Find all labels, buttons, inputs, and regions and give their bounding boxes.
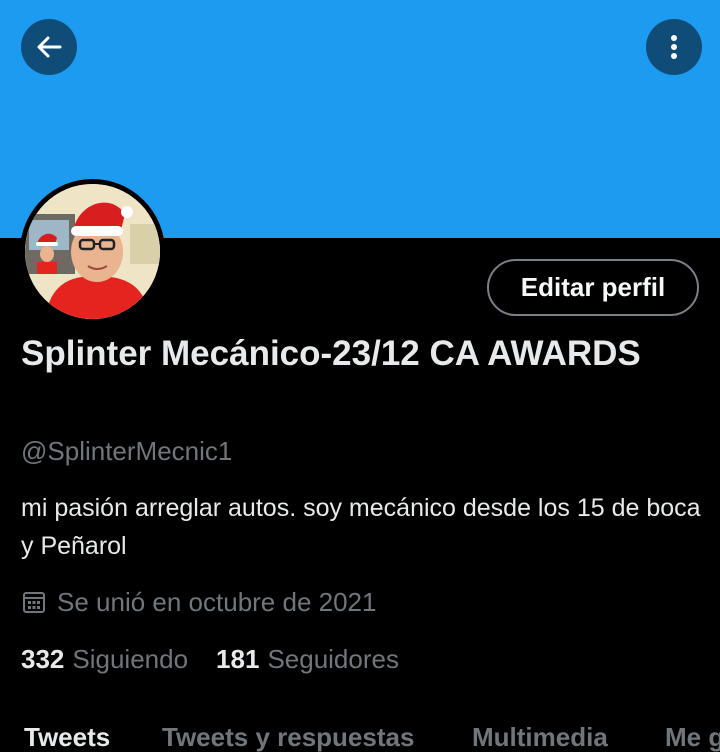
profile-handle: @SplinterMecnic1 — [21, 436, 233, 466]
avatar[interactable] — [20, 179, 165, 324]
tab-tweets-replies[interactable]: Tweets y respuestas — [162, 722, 414, 752]
tab-tweets[interactable]: Tweets — [24, 722, 110, 752]
following-count: 332 — [21, 643, 65, 674]
profile-bio: mi pasión arreglar autos. soy mecánico d… — [21, 494, 701, 560]
profile-name: Splinter Mecánico-23/12 CA AWARDS — [21, 334, 641, 373]
tab-likes[interactable]: Me g — [665, 722, 720, 752]
calendar-icon — [23, 592, 45, 613]
avatar-illustration — [25, 184, 160, 319]
profile-stats: 332 Siguiendo 181 Seguidores — [21, 641, 427, 677]
joined-text: Se unió en octubre de 2021 — [57, 586, 377, 617]
following-label: Siguiendo — [72, 643, 189, 674]
followers-link[interactable]: 181 Seguidores — [216, 644, 399, 675]
back-button[interactable] — [21, 19, 77, 75]
more-options-button[interactable] — [646, 19, 702, 75]
arrow-left-icon — [37, 36, 62, 58]
avatar-photo — [25, 184, 160, 319]
followers-label: Seguidores — [267, 643, 399, 674]
tab-media[interactable]: Multimedia — [472, 722, 608, 752]
profile-tabs: Tweets Tweets y respuestas Multimedia Me… — [0, 716, 720, 752]
followers-count: 181 — [216, 643, 260, 674]
edit-profile-button[interactable]: Editar perfil — [487, 259, 699, 316]
profile-page: Editar perfil Splinter Mecánico-23/12 CA… — [0, 0, 720, 752]
joined-date: Se unió en octubre de 2021 — [21, 584, 376, 620]
vertical-dots-icon — [671, 35, 677, 59]
following-link[interactable]: 332 Siguiendo — [21, 644, 188, 675]
